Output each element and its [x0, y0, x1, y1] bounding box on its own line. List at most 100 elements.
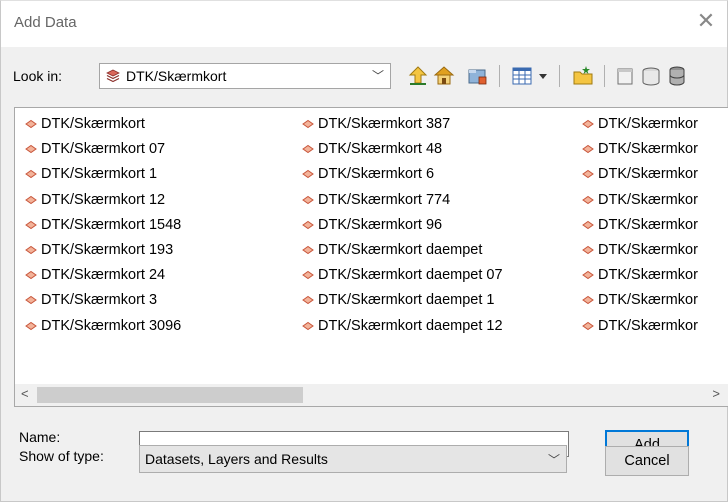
- wms-layer-icon: [25, 170, 37, 179]
- file-list-view[interactable]: DTK/Skærmkort DTK/Skærmkort 07 DTK/Skærmko…: [14, 107, 728, 407]
- list-item-label: DTK/Skærmkor: [598, 116, 698, 132]
- list-item[interactable]: DTK/Skærmkort: [19, 114, 181, 139]
- new-geodatabase-icon: [642, 67, 660, 86]
- scroll-right-icon[interactable]: >: [712, 386, 720, 401]
- list-item[interactable]: DTK/Skærmkort daempet 07: [296, 265, 503, 290]
- wms-layer-icon: [582, 321, 594, 330]
- wms-layer-icon: [302, 321, 314, 330]
- wms-layer-icon: [25, 195, 37, 204]
- list-item[interactable]: DTK/Skærmkort 12: [19, 190, 181, 215]
- list-item[interactable]: DTK/Skærmkort 48: [296, 139, 503, 164]
- wms-layer-icon: [302, 271, 314, 280]
- wms-layer-icon: [302, 119, 314, 129]
- list-item[interactable]: DTK/Skærmkor: [576, 265, 698, 290]
- wms-layer-icon: [25, 119, 37, 129]
- new-folder-icon: [573, 66, 593, 85]
- wms-layer-icon: [25, 145, 37, 154]
- list-item-label: DTK/Skærmkort 48: [318, 141, 443, 158]
- list-item[interactable]: DTK/Skærmkort 96: [296, 215, 503, 240]
- list-item[interactable]: DTK/Skærmkort 24: [19, 265, 181, 290]
- list-item-label: DTK/Skærmkort 3: [41, 292, 158, 309]
- list-item[interactable]: DTK/Skærmkor: [576, 164, 698, 189]
- new-file-button[interactable]: [613, 63, 637, 89]
- wms-layer-icon: [302, 296, 314, 305]
- view-list-icon: [512, 67, 532, 85]
- home-icon: [433, 66, 455, 85]
- list-item[interactable]: DTK/Skærmkort 387: [296, 114, 503, 139]
- add-data-dialog: Add Data ✕ Look in: DTK/Skærmkort ﹀ DTK/…: [0, 0, 728, 502]
- list-item-label: DTK/Skærmkort 96: [318, 216, 443, 233]
- show-of-type-dropdown[interactable]: Datasets, Layers and Results ﹀: [139, 445, 567, 473]
- up-one-level-button[interactable]: [406, 63, 430, 89]
- scrollbar-thumb[interactable]: [37, 387, 303, 403]
- wms-layer-icon: [302, 245, 314, 255]
- list-item[interactable]: DTK/Skærmkort 193: [19, 240, 181, 265]
- chevron-down-icon: ﹀: [547, 453, 560, 467]
- list-item-label: DTK/Skærmkor: [598, 317, 698, 334]
- list-item[interactable]: DTK/Skærmkor: [576, 290, 698, 315]
- list-column-1: DTK/Skærmkort DTK/Skærmkort 07 DTK/Skærmko…: [19, 114, 181, 341]
- list-item-label: DTK/Skærmkort 07: [41, 141, 166, 158]
- new-server-button[interactable]: [665, 63, 687, 89]
- wms-layer-icon: [25, 245, 37, 255]
- list-item[interactable]: DTK/Skærmkort 1548: [19, 215, 181, 240]
- wms-layer-icon: [302, 220, 314, 229]
- view-dropdown-icon: [539, 74, 547, 79]
- wms-layer-icon: [582, 170, 594, 179]
- wms-layer-icon: [582, 195, 594, 204]
- scroll-left-icon[interactable]: <: [21, 386, 29, 401]
- raster-layer-icon: [106, 69, 120, 83]
- wms-layer-icon: [302, 195, 314, 204]
- list-item-label: DTK/Skærmkort 6: [318, 166, 435, 183]
- list-item[interactable]: DTK/Skærmkort 07: [19, 139, 181, 164]
- list-item[interactable]: DTK/Skærmkor: [576, 139, 698, 164]
- new-folder-button[interactable]: [571, 63, 595, 89]
- window-title: Add Data: [14, 14, 77, 31]
- look-in-value: DTK/Skærmkort: [126, 68, 227, 84]
- list-item-label: DTK/Skærmkor: [598, 191, 698, 208]
- list-item[interactable]: DTK/Skærmkort daempet 12: [296, 316, 503, 341]
- list-item-label: DTK/Skærmkort daempet 1: [318, 292, 495, 309]
- chevron-down-icon: ﹀: [371, 69, 384, 83]
- wms-layer-icon: [582, 245, 594, 255]
- connect-folder-icon: [468, 69, 487, 85]
- new-geodatabase-button[interactable]: [639, 63, 663, 89]
- list-item[interactable]: DTK/Skærmkort 6: [296, 164, 503, 189]
- list-item[interactable]: DTK/Skærmkor: [576, 190, 698, 215]
- view-dropdown-button[interactable]: [536, 63, 550, 89]
- list-item[interactable]: DTK/Skærmkor: [576, 240, 698, 265]
- list-item-label: DTK/Skærmkort: [41, 116, 145, 132]
- close-icon[interactable]: ✕: [693, 11, 719, 35]
- look-in-dropdown[interactable]: DTK/Skærmkort ﹀: [99, 63, 391, 89]
- list-item-label: DTK/Skærmkort 3096: [41, 317, 182, 334]
- list-item[interactable]: DTK/Skærmkor: [576, 215, 698, 240]
- list-item[interactable]: DTK/Skærmkort 3096: [19, 316, 181, 341]
- list-item-label: DTK/Skærmkort 387: [318, 116, 451, 132]
- list-item[interactable]: DTK/Skærmkor: [576, 316, 698, 341]
- wms-layer-icon: [302, 170, 314, 179]
- list-item[interactable]: DTK/Skærmkort daempet 1: [296, 290, 503, 315]
- list-item-label: DTK/Skærmkort 774: [318, 191, 451, 208]
- list-item-label: DTK/Skærmkort 193: [41, 241, 174, 258]
- wms-layer-icon: [25, 296, 37, 305]
- horizontal-scrollbar[interactable]: < >: [15, 384, 728, 406]
- list-item[interactable]: DTK/Skærmkort 3: [19, 290, 181, 315]
- list-item[interactable]: DTK/Skærmkort 1: [19, 164, 181, 189]
- list-item-label: DTK/Skærmkort daempet 12: [318, 317, 503, 334]
- wms-layer-icon: [25, 271, 37, 280]
- new-file-icon: [617, 68, 633, 85]
- list-item-label: DTK/Skærmkor: [598, 216, 698, 233]
- show-of-type-value: Datasets, Layers and Results: [145, 451, 328, 467]
- view-list-button[interactable]: [510, 63, 534, 89]
- list-item[interactable]: DTK/Skærmkor: [576, 114, 698, 139]
- connect-folder-button[interactable]: [465, 63, 489, 89]
- home-button[interactable]: [432, 63, 456, 89]
- list-item-label: DTK/Skærmkor: [598, 267, 698, 284]
- wms-layer-icon: [582, 220, 594, 229]
- toolbar-separator: [499, 65, 500, 87]
- cancel-button[interactable]: Cancel: [605, 446, 689, 476]
- wms-layer-icon: [25, 321, 37, 330]
- wms-layer-icon: [582, 145, 594, 154]
- list-item[interactable]: DTK/Skærmkort 774: [296, 190, 503, 215]
- list-item[interactable]: DTK/Skærmkort daempet: [296, 240, 503, 265]
